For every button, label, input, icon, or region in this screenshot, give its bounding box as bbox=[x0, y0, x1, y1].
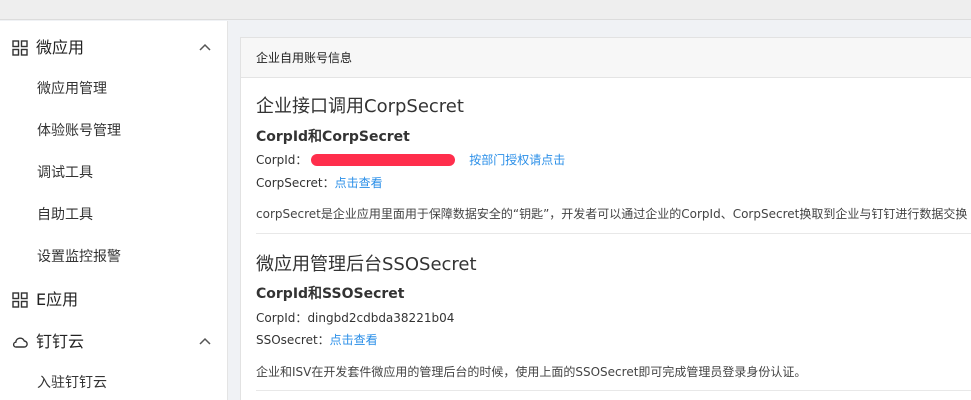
sso-secret-label: SSOsecret： bbox=[256, 333, 330, 347]
view-corp-secret-link[interactable]: 点击查看 bbox=[335, 176, 383, 190]
corp-secret-label: CorpSecret： bbox=[256, 176, 335, 190]
sidebar-group-dingtalk-cloud[interactable]: 钉钉云 bbox=[0, 321, 228, 363]
card-header: 企业自用账号信息 bbox=[241, 38, 971, 78]
sidebar-item-label: 设置监控报警 bbox=[37, 249, 121, 265]
sidebar-item-monitoring-alerts[interactable]: 设置监控报警 bbox=[0, 237, 228, 277]
section-divider bbox=[256, 233, 971, 234]
chevron-up-icon[interactable] bbox=[198, 336, 212, 346]
sso-corpid-label: CorpId： bbox=[256, 311, 308, 325]
sso-corpid-row: CorpId：dingbd2cdbda38221b04 bbox=[256, 310, 454, 326]
sidebar: 微应用 微应用管理 体验账号管理 调试工具 自助工具 设置监控报警 E应用 钉钉… bbox=[0, 21, 228, 400]
dept-auth-link[interactable]: 按部门授权请点击 bbox=[469, 153, 565, 167]
corp-secret-subtitle: CorpId和CorpSecret bbox=[256, 129, 410, 145]
sidebar-group-label: 微应用 bbox=[36, 38, 85, 57]
sidebar-item-self-service-tools[interactable]: 自助工具 bbox=[0, 195, 228, 235]
corpid-label: CorpId： bbox=[256, 153, 308, 167]
sidebar-item-label: 微应用管理 bbox=[37, 81, 107, 97]
cloud-icon bbox=[12, 337, 28, 348]
sso-corpid-value: dingbd2cdbda38221b04 bbox=[307, 311, 455, 325]
chevron-up-icon[interactable] bbox=[198, 42, 212, 52]
sidebar-item-debug-tools[interactable]: 调试工具 bbox=[0, 153, 228, 193]
corp-secret-description: corpSecret是企业应用里面用于保障数据安全的“钥匙”，开发者可以通过企业… bbox=[256, 207, 968, 221]
sidebar-group-micro-apps[interactable]: 微应用 bbox=[0, 27, 228, 69]
grid-icon bbox=[12, 292, 28, 308]
sidebar-group-e-apps[interactable]: E应用 bbox=[0, 279, 228, 321]
sidebar-group-label: 钉钉云 bbox=[36, 332, 85, 351]
sidebar-item-label: 自助工具 bbox=[37, 207, 93, 223]
corp-secret-row: CorpSecret：点击查看 bbox=[256, 175, 383, 191]
section-divider bbox=[256, 390, 971, 391]
sso-secret-section-title: 微应用管理后台SSOSecret bbox=[256, 254, 477, 275]
sidebar-item-label: 入驻钉钉云 bbox=[37, 375, 107, 391]
sidebar-item-label: 体验账号管理 bbox=[37, 123, 121, 139]
grid-icon bbox=[12, 40, 28, 56]
sso-secret-subtitle: CorpId和SSOSecret bbox=[256, 286, 405, 302]
sidebar-item-label: 调试工具 bbox=[37, 165, 93, 181]
redacted-corpid bbox=[311, 154, 456, 166]
sidebar-item-join-dingtalk-cloud[interactable]: 入驻钉钉云 bbox=[0, 363, 228, 400]
card-title: 企业自用账号信息 bbox=[256, 51, 353, 65]
corp-secret-section-title: 企业接口调用CorpSecret bbox=[256, 96, 464, 117]
view-sso-secret-link[interactable]: 点击查看 bbox=[330, 333, 378, 347]
sso-secret-row: SSOsecret：点击查看 bbox=[256, 332, 378, 348]
sidebar-item-micro-app-management[interactable]: 微应用管理 bbox=[0, 69, 228, 109]
account-info-card: 企业自用账号信息 企业接口调用CorpSecret CorpId和CorpSec… bbox=[240, 37, 971, 400]
sidebar-item-trial-accounts[interactable]: 体验账号管理 bbox=[0, 111, 228, 151]
top-bar bbox=[0, 0, 971, 20]
sidebar-group-label: E应用 bbox=[36, 290, 79, 309]
sso-secret-description: 企业和ISV在开发套件微应用的管理后台的时候，使用上面的SSOSecret即可完… bbox=[256, 365, 807, 379]
corpid-row: CorpId： 按部门授权请点击 bbox=[256, 152, 565, 168]
